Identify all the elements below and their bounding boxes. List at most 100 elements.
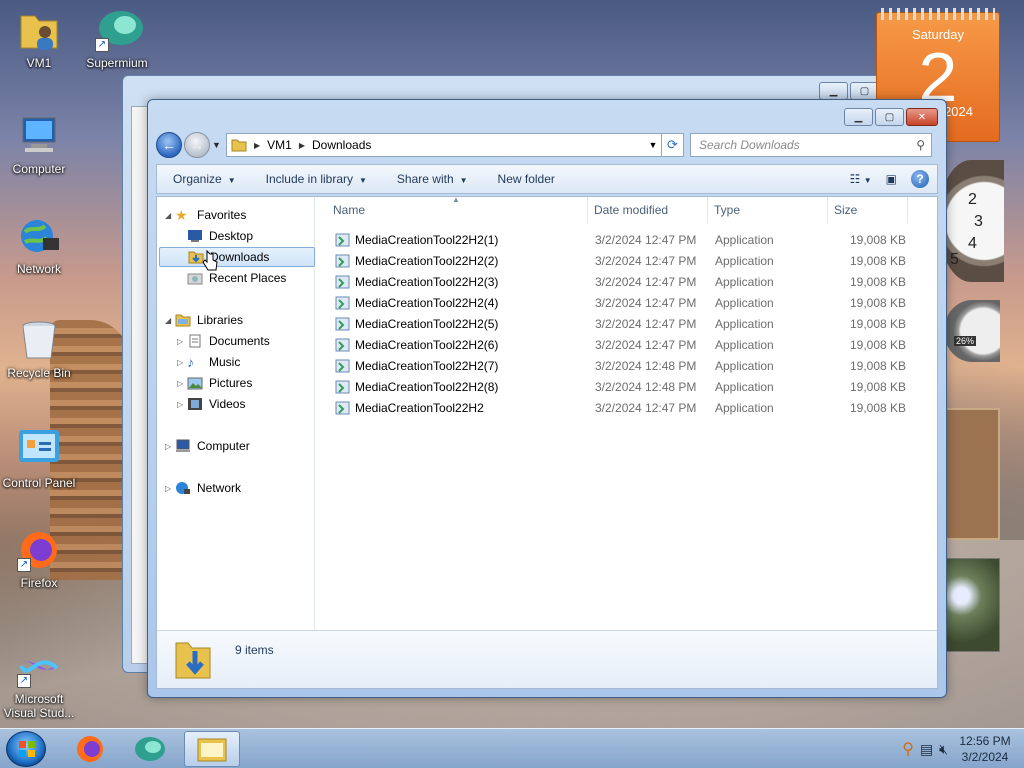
file-name: MediaCreationTool22H2(7) [355,358,499,373]
application-installer-icon [335,254,350,267]
column-header-size[interactable]: Size [834,203,857,217]
nav-downloads[interactable]: Downloads [159,247,315,267]
file-name: MediaCreationTool22H2(5) [355,316,499,331]
cpu-meter-gadget[interactable]: 26% [944,300,1000,362]
back-arrow-icon[interactable]: ← [156,132,182,158]
table-row[interactable]: MediaCreationTool22H2(3) 3/2/2024 12:47 P… [335,271,935,292]
expand-triangle-icon[interactable]: ◢ [165,211,175,220]
taskbar-windows-explorer[interactable] [184,731,240,767]
expand-triangle-icon[interactable]: ▷ [177,358,187,367]
table-row[interactable]: MediaCreationTool22H2(7) 3/2/2024 12:48 P… [335,355,935,376]
nav-network[interactable]: ▷ Network [165,478,241,498]
expand-triangle-icon[interactable]: ▷ [165,484,175,493]
file-size: 19,008 KB [850,253,907,268]
column-headers: Name ▲ Date modified Type Size [317,195,937,223]
taskbar-clock[interactable]: 12:56 PM 3/2/2024 [954,733,1016,765]
search-icon[interactable]: ⚲ [902,739,914,759]
nav-favorites[interactable]: ◢ ★ Favorites [165,205,246,225]
application-installer-icon [335,338,350,351]
file-size: 19,008 KB [850,316,907,331]
include-in-library-button[interactable]: Include in library ▼ [266,172,367,186]
libraries-icon [175,314,191,327]
desktop-icon-control-panel[interactable]: Control Panel [0,428,81,490]
desktop-icon-visual-studio[interactable]: ↗ Microsoft Visual Stud... [0,644,81,720]
clock-gadget[interactable]: 2 3 4 5 [938,160,1004,282]
nav-videos[interactable]: ▷ Videos [177,394,245,414]
maximize-icon[interactable]: ▢ [875,108,904,126]
network-status-icon[interactable]: ▤ [920,741,933,758]
file-type: Application [715,295,774,310]
preview-pane-icon[interactable]: ▣ [886,172,897,186]
column-divider[interactable] [827,197,828,223]
recycle-bin-icon [17,318,61,362]
nav-libraries[interactable]: ◢ Libraries [165,310,243,330]
address-bar[interactable]: ▶ VM1 ▶ Downloads ▼ [226,133,662,157]
minimize-icon[interactable]: ▁ [819,82,848,100]
start-button[interactable] [6,731,46,767]
organize-button[interactable]: Organize ▼ [173,172,236,186]
table-row[interactable]: MediaCreationTool22H2(1) 3/2/2024 12:47 P… [335,229,935,250]
expand-triangle-icon[interactable]: ▷ [165,442,175,451]
nav-documents[interactable]: ▷ Documents [177,331,270,351]
desktop-icon-computer[interactable]: Computer [0,114,81,176]
desktop-icon-supermium[interactable]: ↗ Supermium [75,8,159,70]
nav-music[interactable]: ▷ ♪ Music [177,352,240,372]
maximize-icon[interactable]: ▢ [850,82,879,100]
desktop-icon-network[interactable]: Network [0,214,81,276]
table-row[interactable]: MediaCreationTool22H2(5) 3/2/2024 12:47 P… [335,313,935,334]
navigation-pane: ◢ ★ Favorites Desktop Downloads Recent P… [157,197,315,630]
nav-desktop[interactable]: Desktop [187,226,253,246]
table-row[interactable]: MediaCreationTool22H2(4) 3/2/2024 12:47 P… [335,292,935,313]
close-icon[interactable]: ✕ [906,108,938,126]
desktop-icon-vm1[interactable]: VM1 [0,8,81,70]
table-row[interactable]: MediaCreationTool22H2 3/2/2024 12:47 PM Ap… [335,397,935,418]
file-name: MediaCreationTool22H2(2) [355,253,499,268]
column-divider[interactable] [907,197,908,223]
search-icon[interactable]: ⚲ [916,138,925,152]
refresh-icon[interactable]: ⟳ [662,133,684,157]
table-row[interactable]: MediaCreationTool22H2(2) 3/2/2024 12:47 P… [335,250,935,271]
navigation-bar: ← → ▼ ▶ VM1 ▶ Downloads ▼ ⟳ Search Downl… [156,132,938,158]
desktop-icon-firefox[interactable]: ↗ Firefox [0,528,81,590]
new-folder-button[interactable]: New folder [498,172,555,186]
chevron-right-icon[interactable]: ▶ [299,141,305,150]
view-details-icon[interactable]: ☷ ▼ [850,172,872,186]
breadcrumb-vm1[interactable]: VM1 [267,138,292,152]
nav-computer[interactable]: ▷ Computer [165,436,250,456]
forward-arrow-icon[interactable]: → [184,132,210,158]
recent-pages-dropdown-icon[interactable]: ▼ [212,140,222,150]
item-count: 9 items [235,643,274,657]
slideshow-gadget[interactable] [944,408,1000,540]
minimize-icon[interactable]: ▁ [844,108,873,126]
search-placeholder: Search Downloads [699,138,800,152]
search-input[interactable]: Search Downloads ⚲ [690,133,932,157]
expand-triangle-icon[interactable]: ▷ [177,337,187,346]
nav-pictures[interactable]: ▷ Pictures [177,373,252,393]
taskbar-firefox[interactable] [62,731,118,767]
column-header-date-modified[interactable]: Date modified [594,203,668,217]
expand-triangle-icon[interactable]: ◢ [165,316,175,325]
shortcut-arrow-icon: ↗ [17,674,31,688]
application-installer-icon [335,275,350,288]
share-with-button[interactable]: Share with ▼ [397,172,468,186]
firefox-icon: ↗ [17,528,61,572]
table-row[interactable]: MediaCreationTool22H2(8) 3/2/2024 12:48 P… [335,376,935,397]
volume-muted-icon[interactable]: 🔇︎ [939,741,948,758]
expand-triangle-icon[interactable]: ▷ [177,379,187,388]
help-icon[interactable]: ? [911,170,929,188]
table-row[interactable]: MediaCreationTool22H2(6) 3/2/2024 12:47 P… [335,334,935,355]
column-divider[interactable] [707,197,708,223]
desktop-icon-recycle-bin[interactable]: Recycle Bin [0,318,81,380]
column-divider[interactable] [587,197,588,223]
chevron-right-icon[interactable]: ▶ [254,141,260,150]
column-header-type[interactable]: Type [714,203,740,217]
address-dropdown-icon[interactable]: ▼ [645,140,661,150]
picture-gadget[interactable] [944,558,1000,652]
column-header-name[interactable]: Name [333,203,365,217]
expand-triangle-icon[interactable]: ▷ [177,400,187,409]
explorer-window[interactable]: ▁ ▢ ✕ ← → ▼ ▶ VM1 ▶ Downloads ▼ ⟳ Search… [147,99,947,698]
control-panel-icon [17,428,61,472]
breadcrumb-downloads[interactable]: Downloads [312,138,371,152]
taskbar-supermium[interactable] [122,731,178,767]
file-type: Application [715,253,774,268]
